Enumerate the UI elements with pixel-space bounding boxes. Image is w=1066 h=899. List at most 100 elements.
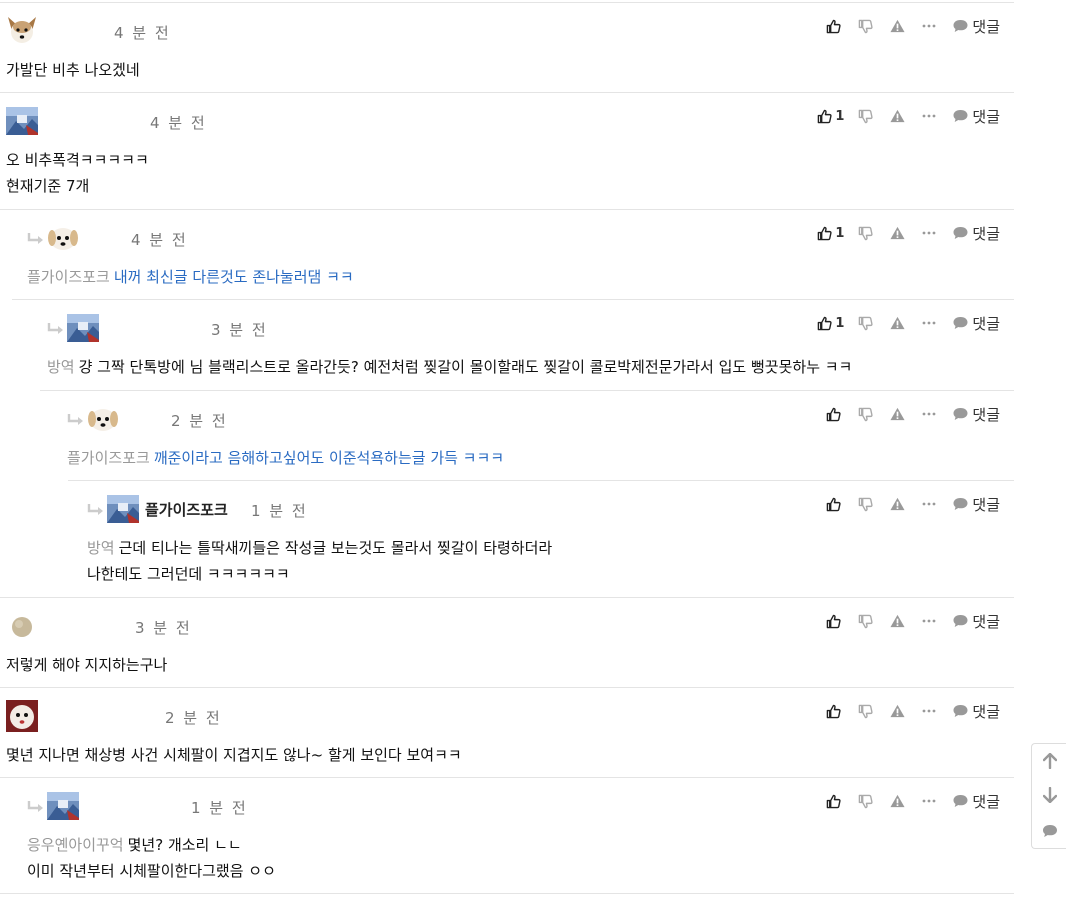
- thumbs-up-icon[interactable]: [817, 316, 832, 331]
- thumbs-down-icon[interactable]: [858, 226, 874, 241]
- comment-line: 몇년 지나면 채상병 사건 시체팔이 지겹지도 않나~ 할게 보인다 보여ㅋㅋ: [6, 742, 462, 768]
- avatar[interactable]: [87, 403, 119, 435]
- reply-label: 댓글: [972, 17, 1000, 36]
- reply-button[interactable]: 댓글: [952, 313, 1000, 334]
- reply-button[interactable]: 댓글: [952, 494, 1000, 515]
- warning-icon[interactable]: [890, 497, 905, 511]
- thumbs-up-icon[interactable]: [817, 109, 832, 124]
- comment-meta: [27, 222, 79, 254]
- warning-icon[interactable]: [890, 407, 905, 421]
- comment-text: 걍 그짝 단톡방에 님 블랙리스트로 올라간듯? 예전처럼 찢갈이 몰이할래도 …: [78, 358, 853, 376]
- avatar[interactable]: [47, 222, 79, 254]
- mention-nickname[interactable]: 방역: [47, 358, 75, 376]
- thumbs-down-icon[interactable]: [858, 497, 874, 512]
- warning-icon[interactable]: [890, 109, 905, 123]
- author-nickname[interactable]: 플가이즈포크: [145, 499, 228, 520]
- avatar[interactable]: [67, 312, 99, 344]
- reply-button[interactable]: 댓글: [952, 223, 1000, 244]
- warning-icon[interactable]: [890, 226, 905, 240]
- more-dots-icon[interactable]: [922, 799, 936, 803]
- more-dots-icon[interactable]: [922, 619, 936, 623]
- avatar[interactable]: [47, 790, 79, 822]
- more-dots-icon[interactable]: [922, 24, 936, 28]
- warning-icon[interactable]: [890, 19, 905, 33]
- avatar[interactable]: [6, 700, 38, 732]
- comment-time: 2 분 전: [165, 709, 222, 727]
- comment-text-link[interactable]: 깨준이라고 음해하고싶어도 이준석욕하는글 가득 ㅋㅋㅋ: [154, 449, 504, 467]
- thumbs-up-icon[interactable]: [817, 226, 832, 241]
- avatar[interactable]: [6, 105, 38, 137]
- comment-body: 몇년 지나면 채상병 사건 시체팔이 지겹지도 않나~ 할게 보인다 보여ㅋㅋ: [6, 742, 462, 768]
- thumbs-up-icon[interactable]: [826, 614, 842, 629]
- comment-item: 4 분 전 1 댓글 플가이즈포크 내꺼 최신글 다른것도 존나눌러댐 ㅋㅋ: [0, 209, 1014, 299]
- warning-icon[interactable]: [890, 704, 905, 718]
- reply-button[interactable]: 댓글: [952, 611, 1000, 632]
- more-dots-icon[interactable]: [922, 502, 936, 506]
- comment-text: 근데 티나는 틀딱새끼들은 작성글 보는것도 몰라서 찢갈이 타령하더라: [118, 539, 553, 557]
- reply-button[interactable]: 댓글: [952, 791, 1000, 812]
- avatar[interactable]: [6, 15, 38, 47]
- thumbs-up-icon[interactable]: [826, 497, 842, 512]
- comment-item: 3 분 전 1 댓글 방역 걍 그짝 단톡방에 님 블랙리스트로 올라간듯? 예전처럼 …: [12, 299, 1014, 390]
- comment-body: 가발단 비추 나오겠네: [6, 57, 140, 83]
- reply-label: 댓글: [972, 792, 1000, 811]
- comment-line: 저렇게 해야 지지하는구나: [6, 652, 167, 678]
- mention-nickname[interactable]: 플가이즈포크: [27, 268, 110, 286]
- reply-button[interactable]: 댓글: [952, 16, 1000, 37]
- warning-icon[interactable]: [890, 316, 905, 330]
- mention-nickname[interactable]: 응우옌아이꾸억: [27, 836, 124, 854]
- comment-time: 2 분 전: [171, 412, 228, 430]
- comment-actions: 1 댓글: [817, 313, 1000, 333]
- comment-meta: [6, 610, 38, 642]
- reply-button[interactable]: 댓글: [952, 701, 1000, 722]
- thumbs-up-icon[interactable]: [826, 794, 842, 809]
- thumbs-up-icon[interactable]: [826, 407, 842, 422]
- comment-time: 4 분 전: [150, 114, 207, 132]
- comment-line: 오 비추폭격ㅋㅋㅋㅋㅋ: [6, 147, 149, 173]
- speech-bubble-icon: [952, 316, 969, 330]
- comment-item: 2 분 전 댓글플가이즈포크 깨준이라고 음해하고싶어도 이준석욕하는글 가득 ㅋㅋ…: [40, 390, 1014, 480]
- comment-meta: [27, 790, 79, 822]
- comment-text: 저렇게 해야 지지하는구나: [6, 656, 168, 674]
- more-dots-icon[interactable]: [922, 709, 936, 713]
- speech-bubble-icon: [952, 19, 969, 33]
- thumbs-up-icon[interactable]: [826, 19, 842, 34]
- mention-nickname[interactable]: 플가이즈포크: [67, 449, 150, 467]
- avatar[interactable]: [107, 493, 139, 525]
- thumbs-down-icon[interactable]: [858, 109, 874, 124]
- arrow-up-icon[interactable]: [1041, 752, 1059, 770]
- warning-icon[interactable]: [890, 794, 905, 808]
- comment-body: 방역 근데 티나는 틀딱새끼들은 작성글 보는것도 몰라서 찢갈이 타령하더라나한…: [87, 535, 552, 587]
- warning-icon[interactable]: [890, 614, 905, 628]
- reply-button[interactable]: 댓글: [952, 404, 1000, 425]
- comment-line: 방역 근데 티나는 틀딱새끼들은 작성글 보는것도 몰라서 찢갈이 타령하더라: [87, 535, 552, 561]
- more-dots-icon[interactable]: [922, 321, 936, 325]
- comment-actions: 1 댓글: [817, 106, 1000, 126]
- comment-text: 현재기준 7개: [6, 177, 90, 195]
- comment-time: 4 분 전: [114, 24, 171, 42]
- thumbs-down-icon[interactable]: [858, 614, 874, 629]
- comment-text-link[interactable]: 내꺼 최신글 다른것도 존나눌러댐 ㅋㅋ: [114, 268, 354, 286]
- comment-meta: [6, 15, 38, 47]
- list-end-divider: [0, 893, 1014, 894]
- comment-icon[interactable]: [1041, 822, 1059, 840]
- more-dots-icon[interactable]: [922, 412, 936, 416]
- more-dots-icon[interactable]: [922, 114, 936, 118]
- thumbs-up-icon[interactable]: [826, 704, 842, 719]
- comment-text: 나한테도 그러던데 ㅋㅋㅋㅋㅋㅋ: [87, 565, 290, 583]
- comment-text: 몇년 지나면 채상병 사건 시체팔이 지겹지도 않나~ 할게 보인다 보여ㅋㅋ: [6, 746, 462, 764]
- comment-item: 3 분 전 댓글 저렇게 해야 지지하는구나: [0, 597, 1014, 687]
- reply-button[interactable]: 댓글: [952, 106, 1000, 127]
- comment-body: 플가이즈포크 내꺼 최신글 다른것도 존나눌러댐 ㅋㅋ: [27, 264, 354, 290]
- comment-item: 4 분 전 1 댓글오 비추폭격ㅋㅋㅋㅋㅋ 현재기준 7개: [0, 92, 1014, 209]
- more-dots-icon[interactable]: [922, 231, 936, 235]
- arrow-down-icon[interactable]: [1041, 786, 1059, 804]
- comment-text: 오 비추폭격ㅋㅋㅋㅋㅋ: [6, 151, 149, 169]
- thumbs-down-icon[interactable]: [858, 794, 874, 809]
- mention-nickname[interactable]: 방역: [87, 539, 115, 557]
- thumbs-down-icon[interactable]: [858, 316, 874, 331]
- thumbs-down-icon[interactable]: [858, 19, 874, 34]
- thumbs-down-icon[interactable]: [858, 407, 874, 422]
- avatar[interactable]: [6, 610, 38, 642]
- thumbs-down-icon[interactable]: [858, 704, 874, 719]
